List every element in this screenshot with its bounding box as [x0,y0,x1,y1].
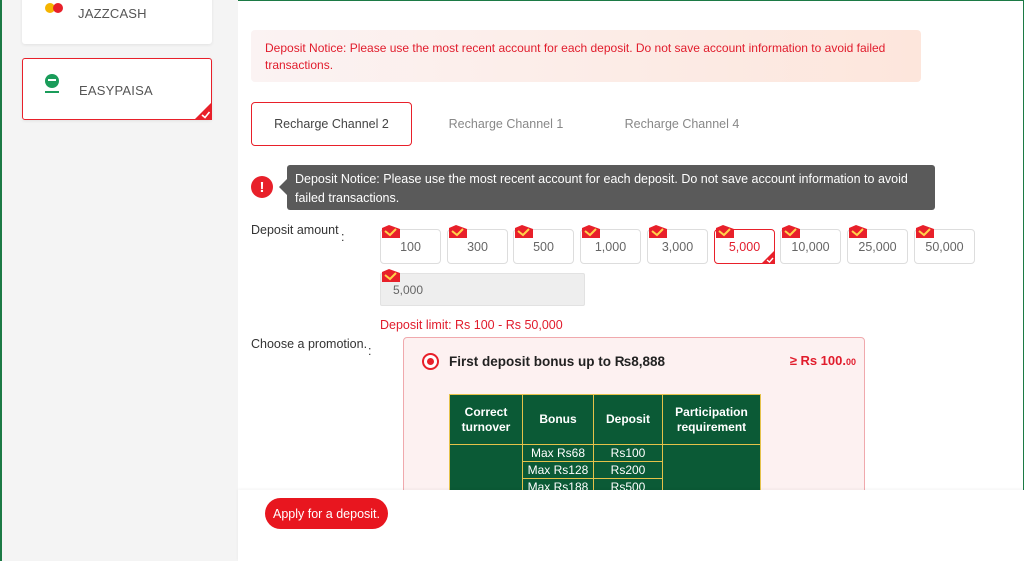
promotion-title: First deposit bonus up to ₨8,888 [449,354,666,369]
jazzcash-logo [36,3,74,22]
deposit-amount-option[interactable]: 100 [380,225,441,264]
payment-method-sidebar: JAZZCASH EASYPAISA [2,0,238,561]
table-row: Max Rs68 Rs100 [449,444,761,496]
deposit-notice-tooltip: Deposit Notice: Please use the most rece… [279,165,935,210]
gift-tag-icon [582,225,600,238]
deposit-amount-option[interactable]: 1,000 [580,225,641,264]
promotion-radio[interactable] [422,353,439,370]
deposit-amount-value: 100 [400,239,421,254]
deposit-amount-value: 10,000 [791,239,830,254]
deposit-amount-value: 1,000 [594,239,627,254]
deposit-amount-option[interactable]: 25,000 [847,225,908,264]
choose-promotion-label: Choose a promotion. [251,337,368,351]
table-cell-deposit: Rs100 [593,444,663,462]
payment-method-label: EASYPAISA [79,83,153,98]
gift-tag-icon [382,225,400,238]
selected-check-icon [761,250,775,264]
table-header: Deposit [593,394,663,445]
easypaisa-logo [45,74,59,93]
payment-method-jazzcash[interactable]: JAZZCASH [22,0,212,44]
deposit-limit-text: Deposit limit: Rs 100 - Rs 50,000 [380,318,563,332]
deposit-amount-value: 50,000 [925,239,964,254]
deposit-amount-colon: : [341,230,345,244]
table-header: Participation requirement [662,394,761,445]
table-cell-turnover [449,444,523,496]
deposit-amount-value: 300 [467,239,488,254]
gift-tag-icon [849,225,867,238]
payment-method-easypaisa[interactable]: EASYPAISA [22,58,212,120]
bonus-table: Correct turnover Bonus Deposit Participa… [449,394,761,496]
deposit-amount-value: 5,000 [728,239,761,254]
deposit-amount-option[interactable]: 300 [447,225,508,264]
gift-tag-icon [916,225,934,238]
deposit-notice-banner: Deposit Notice: Please use the most rece… [251,30,921,82]
deposit-amount-label: Deposit amount [251,223,339,237]
deposit-amount-value: 25,000 [858,239,897,254]
deposit-amount-option[interactable]: 5,000 [714,225,775,264]
table-cell-deposit: Rs200 [593,461,663,479]
table-header: Correct turnover [449,394,523,445]
deposit-amount-value: 500 [533,239,554,254]
tab-recharge-channel-1[interactable]: Recharge Channel 1 [430,102,582,146]
deposit-amount-value: 3,000 [661,239,694,254]
table-cell-bonus: Max Rs68 [522,444,594,462]
apply-deposit-button[interactable]: Apply for a deposit. [265,498,388,529]
deposit-amount-option[interactable]: 3,000 [647,225,708,264]
gift-tag-icon [782,225,800,238]
selected-check-icon [194,102,212,120]
deposit-amount-input[interactable] [381,274,584,305]
table-header: Bonus [522,394,594,445]
table-cell-requirement [662,444,761,496]
tab-recharge-channel-4[interactable]: Recharge Channel 4 [604,102,760,146]
exclamation-alert-icon[interactable]: ! [251,176,273,198]
deposit-amount-option[interactable]: 500 [513,225,574,264]
deposit-amount-option[interactable]: 10,000 [780,225,841,264]
promotion-card[interactable]: First deposit bonus up to ₨8,888 ≥ Rs 10… [403,337,865,497]
payment-method-label: JAZZCASH [78,6,147,21]
deposit-amount-input-wrapper [380,269,585,306]
gift-tag-icon [716,225,734,238]
promotion-minimum: ≥ Rs 100.00 [789,353,856,368]
deposit-amount-option[interactable]: 50,000 [914,225,975,264]
table-cell-bonus: Max Rs128 [522,461,594,479]
tab-recharge-channel-2[interactable]: Recharge Channel 2 [251,102,412,146]
gift-tag-icon [515,225,533,238]
gift-tag-icon [449,225,467,238]
choose-promotion-colon: : [368,344,372,358]
gift-tag-icon [649,225,667,238]
